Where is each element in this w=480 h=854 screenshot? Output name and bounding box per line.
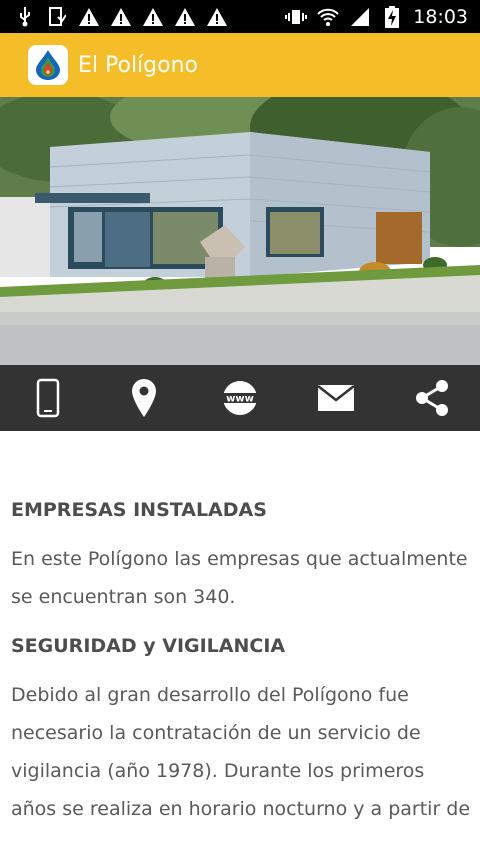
location-icon [132, 379, 156, 417]
section-heading-security: SEGURIDAD y VIGILANCIA [11, 635, 286, 657]
system-icons: 18:03 [285, 5, 468, 28]
share-icon [416, 380, 448, 416]
content-section: EMPRESAS INSTALADAS En este Polígono las… [11, 480, 473, 828]
share-button[interactable] [400, 370, 464, 426]
app-bar: El Polígono [0, 33, 480, 97]
warning-icon [110, 6, 132, 28]
website-button[interactable]: www [208, 370, 272, 426]
app-logo-icon[interactable] [28, 45, 68, 85]
usb-icon [14, 6, 36, 28]
security-paragraph: Debido al gran desarrollo del Polígono f… [11, 684, 471, 820]
mail-icon [317, 385, 355, 411]
building-photo [0, 97, 480, 365]
vibrate-icon [285, 6, 308, 28]
battery-icon [381, 5, 403, 28]
signal-icon [349, 6, 371, 28]
download-icon [46, 6, 68, 28]
www-icon: www [221, 381, 259, 415]
warning-icon [174, 6, 196, 28]
phone-icon [36, 378, 60, 418]
clock: 18:03 [413, 5, 468, 28]
www-label: www [226, 394, 254, 405]
location-button[interactable] [112, 370, 176, 426]
wifi-icon [317, 6, 339, 28]
notification-icons [14, 6, 228, 28]
companies-paragraph: En este Polígono las empresas que actual… [11, 548, 468, 608]
warning-icon [142, 6, 164, 28]
warning-icon [206, 6, 228, 28]
warning-icon [78, 6, 100, 28]
page-title: El Polígono [78, 52, 199, 78]
action-bar: www [0, 365, 480, 431]
section-heading-companies: EMPRESAS INSTALADAS [11, 499, 267, 521]
status-bar: 18:03 [0, 0, 480, 33]
email-button[interactable] [304, 370, 368, 426]
phone-button[interactable] [16, 370, 80, 426]
